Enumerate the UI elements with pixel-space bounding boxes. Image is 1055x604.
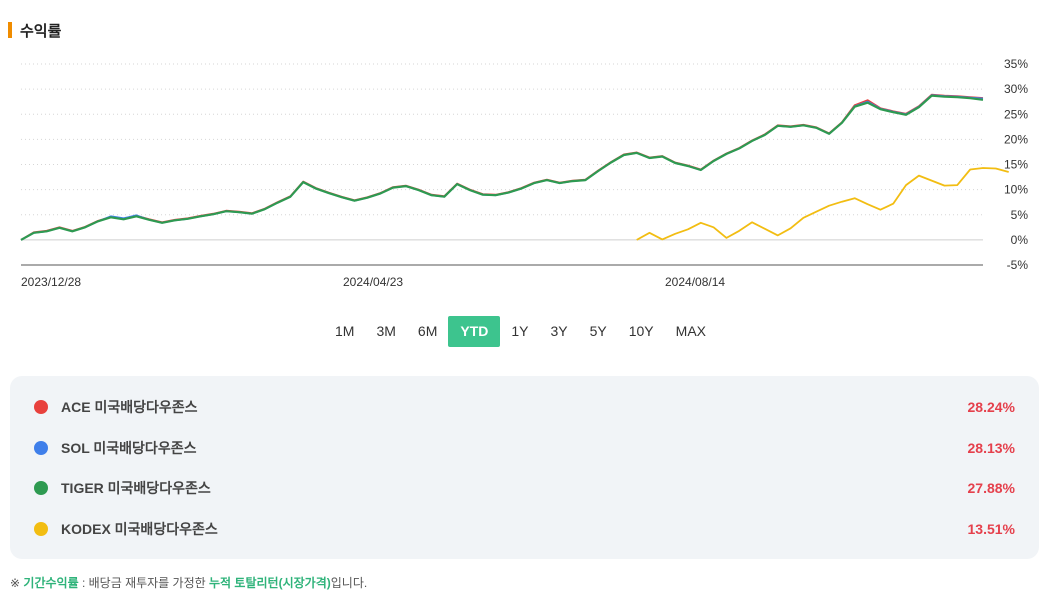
legend-item: SOL 미국배당다우존스 28.13% [10,436,1039,460]
period-button-max[interactable]: MAX [665,316,717,347]
series-line-2 [20,94,984,241]
legend-color-dot [34,440,48,455]
y-tick-label: 15% [1004,158,1028,172]
footnote-mark: ※ [10,576,21,590]
y-tick-label: 35% [1004,57,1028,71]
legend-name: ACE 미국배당다우존스 [61,399,198,415]
legend-return-value: 28.24% [967,399,1015,415]
returns-line-chart: 35% 30% 25% 20% 15% 10% 5% 0% -5% 2023/12/28 2024… [20,57,1029,289]
series-line-3 [636,167,1009,241]
footnote-text: : 배당금 재투자를 가정한 [78,576,210,590]
period-button-3y[interactable]: 3Y [539,316,578,347]
footnote-tail: 입니다. [330,576,368,590]
period-button-5y[interactable]: 5Y [579,316,618,347]
y-tick-label: 25% [1004,107,1028,121]
legend-item: TIGER 미국배당다우존스 27.88% [10,476,1039,500]
section-title: 수익률 [20,22,62,40]
period-button-ytd[interactable]: YTD [448,316,501,347]
legend-item: KODEX 미국배당다우존스 13.51% [10,517,1039,541]
x-tick-label: 2024/04/23 [343,275,403,289]
series-line-0 [20,93,984,241]
legend-return-value: 27.88% [967,480,1015,496]
legend-item: ACE 미국배당다우존스 28.24% [10,395,1039,419]
y-tick-label: 5% [1011,208,1029,222]
y-tick-label: 30% [1004,82,1028,96]
x-tick-label: 2024/08/14 [665,275,725,289]
section-header: 수익률 [8,20,61,40]
y-tick-label: -5% [1007,258,1029,272]
footnote-term: 기간수익률 [23,576,79,590]
period-button-3m[interactable]: 3M [365,316,406,347]
y-tick-label: 0% [1011,233,1029,247]
period-button-1m[interactable]: 1M [324,316,365,347]
y-tick-label: 20% [1004,132,1028,146]
legend-return-value: 28.13% [967,439,1015,456]
series-line-1 [20,94,984,241]
legend-name: TIGER 미국배당다우존스 [61,480,211,496]
period-button-1y[interactable]: 1Y [500,316,539,347]
legend-color-dot [34,400,48,414]
y-tick-label: 10% [1004,183,1028,197]
legend-name: SOL 미국배당다우존스 [61,439,197,456]
legend-panel: ACE 미국배당다우존스 28.24% SOL 미국배당다우존스 28.13% TIGE… [10,376,1039,559]
legend-color-dot [34,481,48,495]
period-selector: 1M 3M 6M YTD 1Y 3Y 5Y 10Y MAX [324,316,717,347]
legend-return-value: 13.51% [967,520,1015,537]
footnote-highlight: 누적 토탈리턴(시장가격) [209,576,331,590]
legend-color-dot [34,521,48,536]
period-button-10y[interactable]: 10Y [618,316,665,347]
title-accent-bar [8,22,12,38]
legend-name: KODEX 미국배당다우존스 [61,520,218,537]
footnote: ※ 기간수익률 : 배당금 재투자를 가정한 누적 토탈리턴(시장가격)입니다. [10,574,367,591]
x-tick-label: 2023/12/28 [21,275,81,289]
period-button-6m[interactable]: 6M [407,316,448,347]
